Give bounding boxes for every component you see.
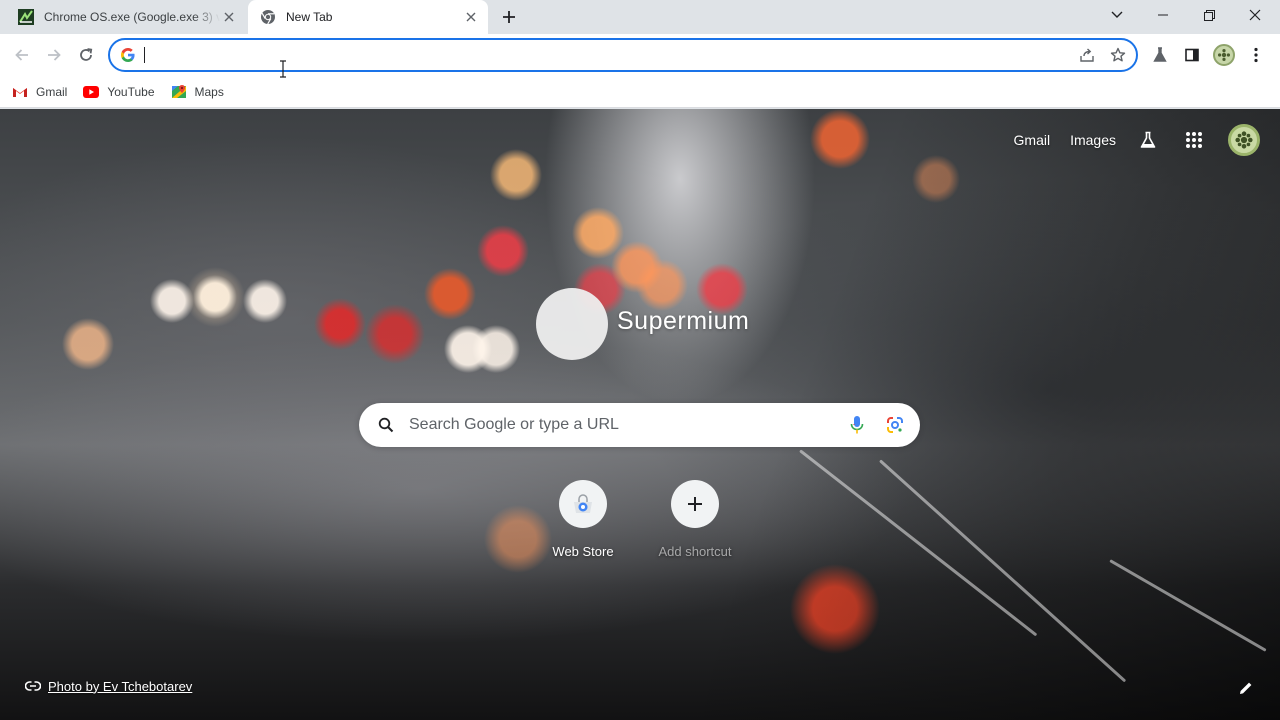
reload-icon xyxy=(80,48,93,61)
share-icon xyxy=(1080,48,1094,62)
arrow-left-icon xyxy=(15,49,28,61)
avatar xyxy=(1213,44,1235,66)
plus-icon xyxy=(688,497,702,511)
new-tab-button[interactable] xyxy=(498,6,520,28)
account-avatar[interactable] xyxy=(1228,124,1260,156)
tab-new-tab[interactable]: New Tab xyxy=(248,0,488,34)
minimize-button[interactable] xyxy=(1140,0,1186,30)
chevron-down-icon xyxy=(1111,11,1123,18)
text-caret xyxy=(144,47,145,63)
voice-search-button[interactable] xyxy=(844,412,870,438)
address-bar[interactable] xyxy=(108,38,1138,72)
maps-icon xyxy=(171,84,187,100)
side-panel-button[interactable] xyxy=(1179,42,1205,68)
arrow-right-icon xyxy=(48,49,61,61)
side-panel-icon xyxy=(1185,48,1199,62)
chrome-icon xyxy=(260,9,276,25)
restore-icon xyxy=(1203,9,1215,21)
ntp-top-bar: Gmail Images xyxy=(1014,109,1280,171)
restore-button[interactable] xyxy=(1186,0,1232,30)
customize-button[interactable] xyxy=(1236,678,1256,698)
web-store-icon xyxy=(574,494,592,513)
shortcut-add[interactable]: Add shortcut xyxy=(639,480,751,559)
youtube-icon xyxy=(83,84,100,100)
plus-icon xyxy=(503,11,515,23)
new-tab-page: Gmail Images Supermium Search Google or … xyxy=(0,109,1280,720)
lens-search-button[interactable] xyxy=(882,412,908,438)
microphone-icon xyxy=(850,416,864,434)
forward-button[interactable] xyxy=(41,42,67,68)
tab-chrome-os[interactable]: Chrome OS.exe (Google.exe 3) ve xyxy=(8,0,246,34)
shortcut-tile xyxy=(671,480,719,528)
apps-grid-icon xyxy=(1186,132,1202,148)
profile-button[interactable] xyxy=(1211,42,1237,68)
images-link[interactable]: Images xyxy=(1070,132,1116,148)
gmail-link[interactable]: Gmail xyxy=(1014,132,1051,148)
google-apps-button[interactable] xyxy=(1182,128,1206,152)
share-button[interactable] xyxy=(1074,42,1100,68)
flower-avatar-icon xyxy=(1218,49,1230,61)
labs-flask-icon xyxy=(1140,131,1156,148)
text-cursor-icon xyxy=(280,60,286,78)
logo-icon xyxy=(536,288,608,360)
bookmark-star-button[interactable] xyxy=(1105,42,1131,68)
search-placeholder: Search Google or type a URL xyxy=(409,416,619,433)
back-button[interactable] xyxy=(9,42,35,68)
bookmark-gmail[interactable]: Gmail xyxy=(12,79,67,105)
tab-title: Chrome OS.exe (Google.exe 3) ve xyxy=(44,10,220,24)
shortcut-label: Add shortcut xyxy=(658,544,732,559)
bookmark-label: Maps xyxy=(194,84,224,99)
logo-text: Supermium xyxy=(617,307,750,335)
star-icon xyxy=(1110,47,1126,62)
pencil-icon xyxy=(1240,682,1252,694)
attribution-link[interactable]: Photo by Ev Tchebotarev xyxy=(48,679,192,694)
google-g-icon xyxy=(119,46,137,64)
shortcut-label: Web Store xyxy=(552,544,614,559)
reload-button[interactable] xyxy=(73,42,99,68)
app-favicon-icon xyxy=(18,9,34,25)
close-window-button[interactable] xyxy=(1232,0,1278,30)
close-icon xyxy=(1249,9,1261,21)
more-vertical-icon xyxy=(1254,47,1258,63)
minimize-icon xyxy=(1158,14,1168,16)
toolbar xyxy=(0,34,1280,76)
photo-attribution[interactable]: Photo by Ev Tchebotarev xyxy=(24,677,192,695)
labs-flask-icon xyxy=(1153,47,1167,62)
bookmark-label: Gmail xyxy=(36,84,68,99)
tab-close-icon[interactable] xyxy=(220,8,238,26)
ntp-search-box[interactable]: Search Google or type a URL xyxy=(359,403,920,447)
flower-avatar-icon xyxy=(1235,131,1253,149)
tab-close-icon[interactable] xyxy=(462,8,480,26)
shortcut-tile xyxy=(559,480,607,528)
bookmark-youtube[interactable]: YouTube xyxy=(83,79,155,105)
chrome-labs-button[interactable] xyxy=(1147,42,1173,68)
shortcut-web-store[interactable]: Web Store xyxy=(527,480,639,559)
bookmark-label: YouTube xyxy=(107,84,155,99)
menu-button[interactable] xyxy=(1243,42,1269,68)
google-lens-icon xyxy=(887,417,903,433)
tab-strip: Chrome OS.exe (Google.exe 3) ve New Tab xyxy=(0,0,1280,34)
tab-search-button[interactable] xyxy=(1094,0,1140,30)
gmail-icon xyxy=(12,84,28,100)
bookmark-maps[interactable]: Maps xyxy=(171,79,224,105)
search-icon xyxy=(375,414,397,436)
link-icon xyxy=(24,677,42,695)
search-labs-button[interactable] xyxy=(1136,128,1160,152)
tab-title: New Tab xyxy=(286,10,333,24)
bookmarks-bar: Gmail YouTube Maps xyxy=(0,76,1280,108)
